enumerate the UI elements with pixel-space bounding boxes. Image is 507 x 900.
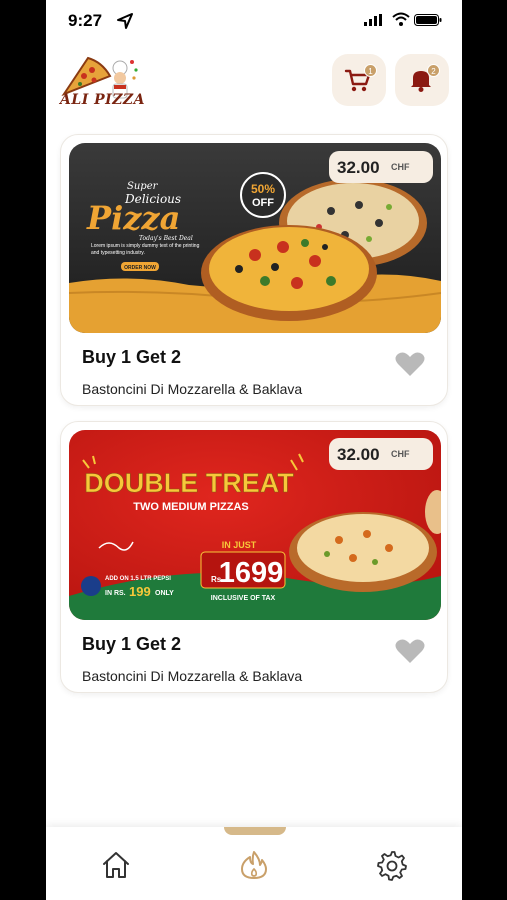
- offer-card[interactable]: 50% OFF Super Delicious Pizza Today's Be…: [60, 134, 448, 406]
- price-amount: 32.00: [337, 158, 380, 177]
- location-arrow-icon: [117, 13, 133, 29]
- cart-button[interactable]: 1: [332, 54, 386, 106]
- banner-line4: Today's Best Deal: [139, 235, 193, 242]
- app-screen: 9:27 ALI PIZZA 1 2 50% OFF Super Delicio…: [46, 0, 462, 900]
- bell-badge: 2: [427, 64, 440, 77]
- price-currency: CHF: [391, 162, 410, 172]
- banner-line3: Pizza: [86, 199, 180, 237]
- battery-icon: [414, 14, 442, 26]
- settings-gear-icon[interactable]: [376, 849, 408, 881]
- wifi-icon: [392, 12, 410, 26]
- offer-banner-image: 50% OFF Super Delicious Pizza Today's Be…: [69, 143, 441, 333]
- banner-discount-label: OFF: [252, 197, 274, 209]
- offer-subtitle: Bastoncini Di Mozzarella & Baklava: [82, 668, 303, 684]
- offer-card[interactable]: DOUBLE TREAT TWO MEDIUM PIZZAS IN JUST R…: [60, 421, 448, 693]
- banner-price: 1699: [219, 557, 284, 589]
- price-tag: 32.00 CHF: [329, 151, 433, 183]
- banner-injust: IN JUST: [222, 540, 257, 550]
- offer-subtitle: Bastoncini Di Mozzarella & Baklava: [82, 381, 303, 397]
- cart-badge: 1: [364, 64, 377, 77]
- home-icon[interactable]: [100, 849, 132, 881]
- banner-body-text: Lorem ipsum is simply dummy text of the …: [91, 243, 200, 256]
- fire-icon[interactable]: [238, 849, 270, 881]
- banner-headline: DOUBLE TREAT: [84, 468, 294, 498]
- banner-tax: INCLUSIVE OF TAX: [211, 595, 276, 602]
- favorite-heart-icon[interactable]: [395, 351, 425, 377]
- banner-subhead: TWO MEDIUM PIZZAS: [133, 501, 249, 513]
- price-amount: 32.00: [337, 445, 380, 464]
- banner-line1: Super: [127, 181, 159, 192]
- banner-addon-only: ONLY: [155, 590, 174, 597]
- banner-addon-price: 199: [129, 584, 151, 599]
- status-time: 9:27: [68, 11, 103, 30]
- price-currency: CHF: [391, 449, 410, 459]
- offer-title: Buy 1 Get 2: [82, 634, 182, 654]
- status-bar: 9:27: [46, 0, 462, 44]
- favorite-heart-icon[interactable]: [395, 638, 425, 664]
- banner-cta: ORDER NOW: [124, 265, 156, 271]
- logo-text: ALI PIZZA: [60, 92, 146, 108]
- bottom-navigation: [46, 827, 462, 900]
- banner-addon-line1: ADD ON 1.5 LTR PEPSI: [105, 576, 171, 582]
- notifications-button[interactable]: 2: [395, 54, 449, 106]
- banner-addon-line2: IN RS.: [105, 590, 126, 597]
- active-tab-indicator: [224, 827, 286, 835]
- signal-icon: [364, 14, 382, 26]
- price-tag: 32.00 CHF: [329, 438, 433, 470]
- offer-banner-image: DOUBLE TREAT TWO MEDIUM PIZZAS IN JUST R…: [69, 430, 441, 620]
- banner-discount-value: 50%: [251, 182, 275, 196]
- offer-title: Buy 1 Get 2: [82, 347, 182, 367]
